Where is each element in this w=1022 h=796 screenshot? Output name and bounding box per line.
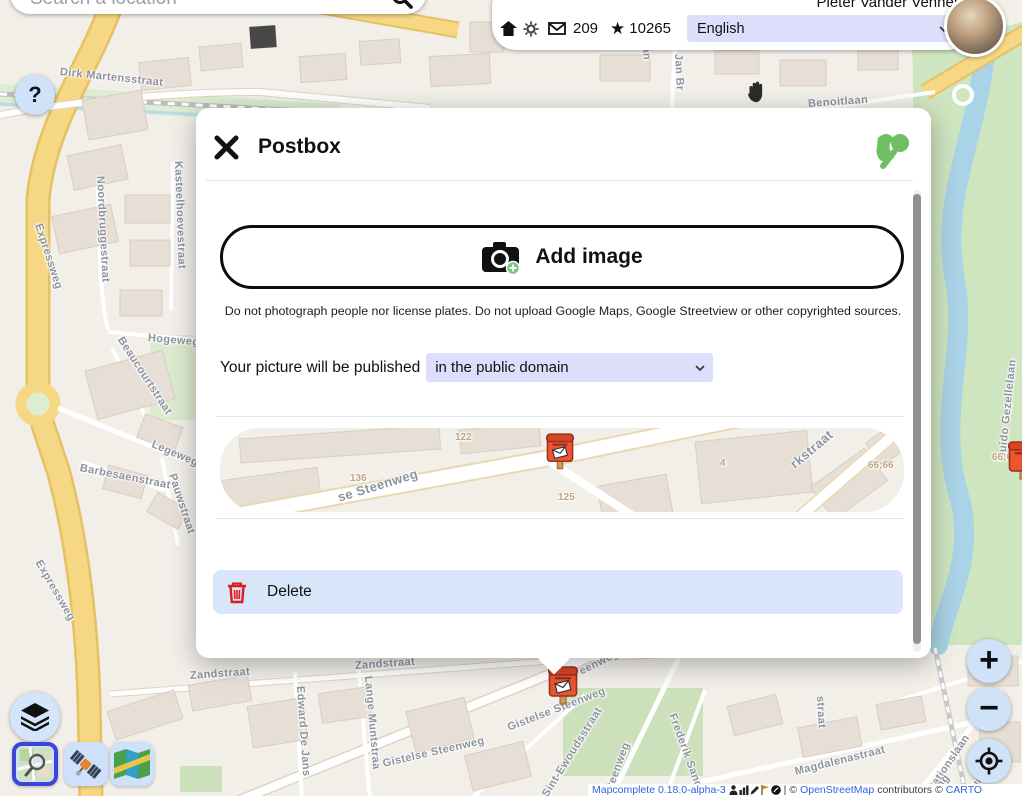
home-icon[interactable] (500, 21, 517, 36)
help-button[interactable]: ? (15, 75, 55, 115)
zoom-in-label: + (979, 643, 999, 677)
stars-count: 10265 (629, 20, 671, 37)
trash-icon (227, 581, 247, 604)
housenumber-label: 122 (455, 432, 472, 443)
contributor-icon (729, 785, 738, 795)
mapcomplete-version-link[interactable]: Mapcomplete 0.18.0-alpha-3 (592, 784, 726, 796)
language-value: English (697, 21, 745, 37)
divider (216, 416, 904, 417)
search-input[interactable] (28, 0, 390, 11)
postbox-dialog: Postbox Add image Do not photograph peop… (196, 108, 931, 658)
messages-icon[interactable] (548, 22, 566, 35)
messages-count: 209 (573, 20, 598, 37)
housenumber-label: 125 (558, 492, 575, 503)
geolocate-icon (975, 747, 1003, 775)
pencil-icon (750, 785, 760, 795)
add-image-label: Add image (535, 245, 642, 269)
photo-disclaimer: Do not photograph people nor license pla… (224, 298, 902, 325)
camera-plus-icon (481, 240, 521, 275)
street-label: straat (814, 696, 828, 729)
attribution-contributors: contributors © (877, 784, 943, 796)
add-image-button[interactable]: Add image (220, 225, 904, 289)
license-row: Your picture will be published in the pu… (220, 353, 713, 382)
flag-icon (761, 785, 770, 795)
zoom-out-button[interactable]: − (967, 687, 1011, 731)
carto-link[interactable]: CARTO (946, 784, 982, 796)
mapcomplete-logo-icon (874, 130, 912, 172)
mastodon-icon (771, 785, 781, 795)
dialog-scrollbar[interactable] (913, 190, 921, 652)
license-select[interactable]: in the public domain (426, 353, 713, 382)
zoom-in-button[interactable]: + (967, 639, 1011, 683)
housenumber-label: 66;66 (868, 460, 894, 471)
delete-button[interactable]: Delete (213, 570, 903, 614)
stats-icon (739, 785, 749, 795)
divider (206, 180, 913, 181)
geolocate-button[interactable] (967, 739, 1011, 783)
gear-icon[interactable] (523, 21, 539, 37)
mapcomplete-app: Dirk Martensstraat Expressweg Noordbrugg… (0, 0, 1022, 796)
language-select[interactable]: English (687, 15, 957, 42)
mapstyle-satellite-button[interactable] (64, 742, 108, 786)
mapstyle-osm-button[interactable] (12, 742, 58, 786)
close-icon[interactable] (213, 134, 240, 161)
postbox-marker-partial[interactable] (1008, 438, 1022, 481)
layers-button[interactable] (10, 692, 60, 742)
osm-link[interactable]: OpenStreetMap (800, 784, 874, 796)
chevron-down-icon (695, 365, 705, 371)
attribution-bar: Mapcomplete 0.18.0-alpha-3 | © OpenStree… (588, 784, 1022, 796)
delete-label: Delete (267, 583, 312, 601)
osm-map-thumbnail-icon (18, 747, 52, 781)
license-prefix: Your picture will be published (220, 359, 420, 377)
folded-map-icon (114, 749, 150, 779)
dialog-title: Postbox (258, 135, 341, 159)
star-icon: ★ (610, 19, 625, 39)
attribution-icons (729, 785, 781, 795)
street-label: Jan Br (672, 54, 686, 91)
layers-icon (20, 703, 50, 731)
postbox-marker-minimap[interactable] (546, 430, 574, 471)
username[interactable]: Pieter Vander Vennet (817, 0, 959, 11)
search-bar (10, 0, 426, 14)
housenumber-label: 4 (720, 458, 726, 469)
zoom-out-label: − (979, 691, 999, 725)
satellite-icon (69, 747, 103, 781)
divider (216, 518, 904, 519)
search-icon[interactable] (390, 0, 414, 10)
license-value: in the public domain (435, 359, 568, 376)
scrollbar-thumb[interactable] (913, 194, 921, 644)
mapstyle-map-button[interactable] (110, 742, 154, 786)
minimap[interactable]: 122 136 se Steenweg 125 4 rkstraat 66;66 (220, 428, 904, 512)
attribution-separator: | © (784, 784, 797, 796)
hand-cursor-icon (744, 78, 770, 106)
help-label: ? (28, 82, 41, 108)
